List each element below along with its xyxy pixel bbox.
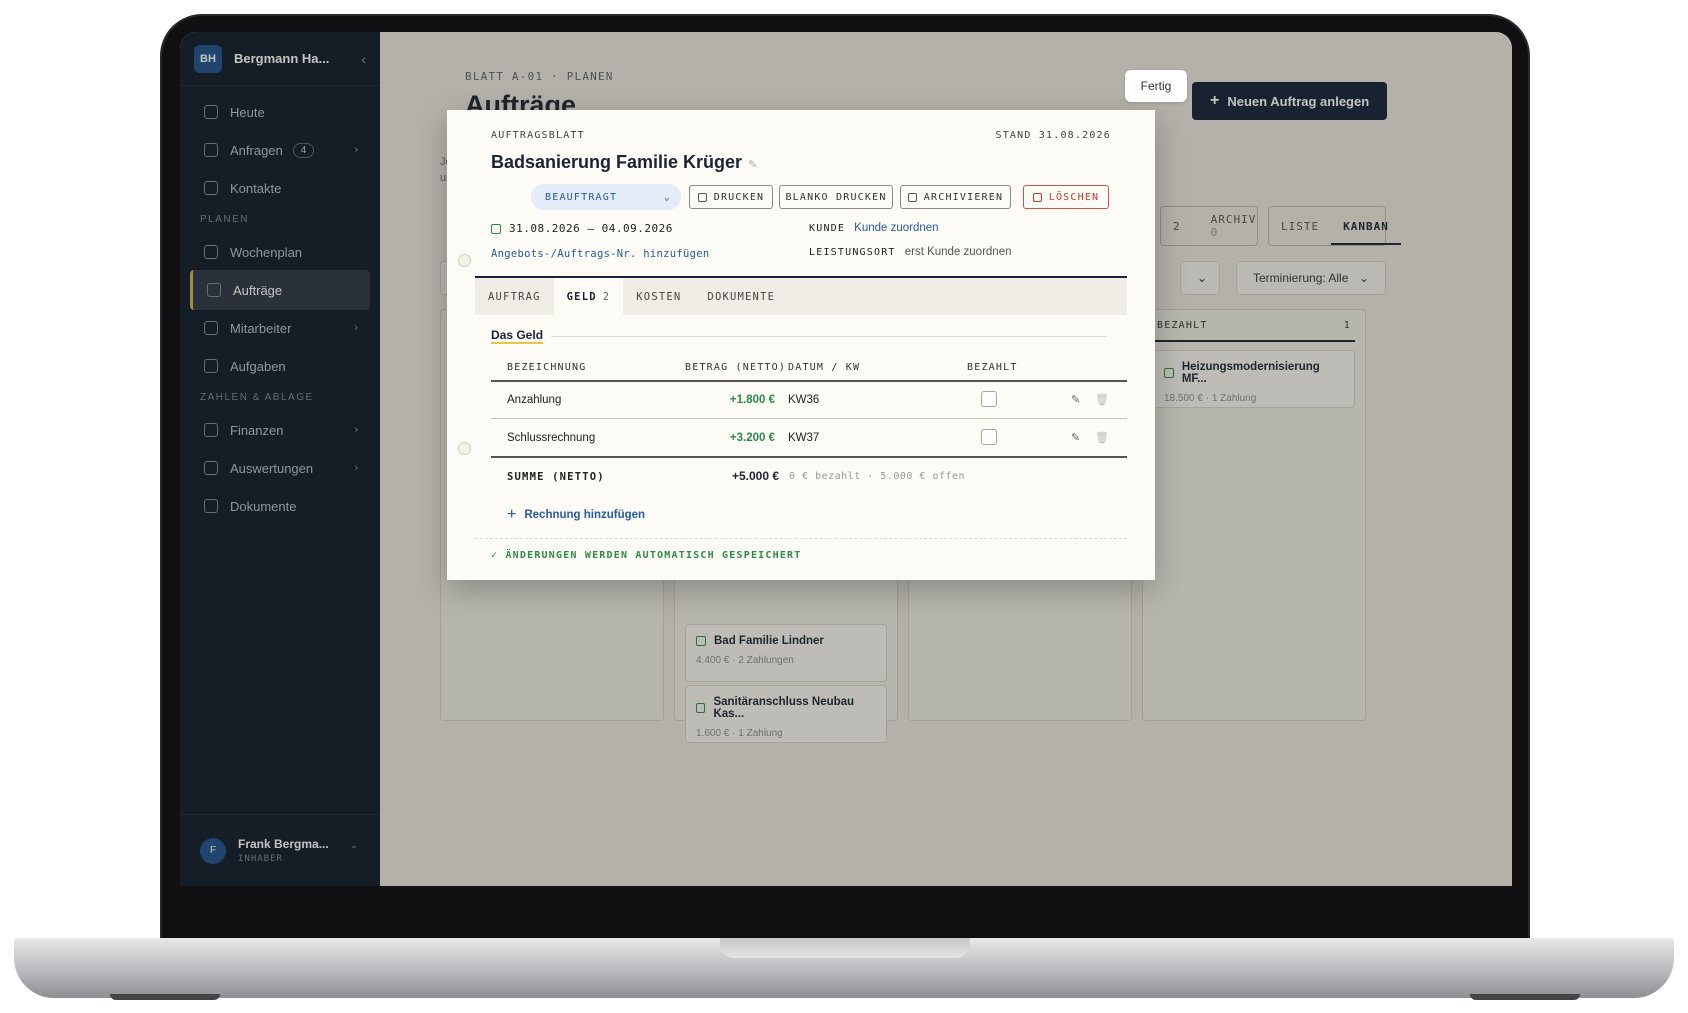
plus-icon: + (507, 506, 517, 523)
status-select[interactable]: BEAUFTRAGT ⌄ (531, 184, 681, 210)
archive-button[interactable]: ARCHIVIEREN (900, 185, 1011, 209)
tab-label: DOKUMENTE (707, 290, 776, 303)
tab-auftrag[interactable]: AUFTRAG (475, 278, 554, 315)
tab-kosten[interactable]: KOSTEN (623, 278, 694, 315)
autosave-status: ✓ ÄNDERUNGEN WERDEN AUTOMATISCH GESPEICH… (491, 550, 802, 561)
location-label: LEISTUNGSORT (809, 247, 896, 258)
add-invoice-button[interactable]: + Rechnung hinzufügen (507, 506, 645, 524)
status-value: BEAUFTRAGT (545, 191, 618, 203)
column-header: BETRAG (NETTO) (685, 362, 787, 373)
row-name: Schlussrechnung (507, 432, 596, 444)
print-blank-button[interactable]: BLANKO DRUCKEN (779, 185, 893, 209)
sum-note: 0 € bezahlt · 5.000 € offen (789, 471, 966, 482)
order-sheet-modal: AUFTRAGSBLATT STAND 31.08.2026 Badsanier… (447, 110, 1155, 580)
table-divider (491, 380, 1127, 382)
sum-amount: +5.000 € (731, 469, 779, 483)
print-blank-label: BLANKO DRUCKEN (785, 191, 887, 203)
tab-geld[interactable]: GELD 2 (553, 278, 624, 315)
archive-icon (907, 192, 917, 202)
calendar-icon (491, 223, 501, 234)
side-handle[interactable] (458, 442, 471, 455)
edit-icon[interactable]: ✎ (748, 159, 757, 171)
customer-label: KUNDE (809, 223, 846, 234)
table-divider (491, 418, 1127, 419)
customer-field: KUNDE Kunde zuordnen (809, 222, 939, 234)
modal-label: AUFTRAGSBLATT (491, 130, 585, 141)
trash-icon[interactable]: 🗑 (1095, 431, 1109, 444)
row-date: KW36 (788, 394, 820, 406)
location-field: LEISTUNGSORT erst Kunde zuordnen (809, 246, 1012, 258)
print-button[interactable]: DRUCKEN (689, 185, 773, 209)
section-divider (551, 336, 1107, 337)
archive-label: ARCHIVIEREN (923, 191, 1004, 203)
done-button[interactable]: Fertig (1125, 70, 1187, 102)
edit-icon[interactable]: ✎ (1071, 393, 1080, 406)
chevron-down-icon: ⌄ (663, 191, 671, 203)
row-name: Anzahlung (507, 394, 562, 406)
side-handle[interactable] (458, 254, 471, 267)
modal-stand: STAND 31.08.2026 (995, 130, 1111, 141)
trash-icon[interactable]: 🗑 (1095, 393, 1109, 406)
column-header: DATUM / KW (788, 362, 861, 373)
laptop-notch (720, 938, 970, 958)
screen: BH Bergmann Ha... ‹ Heute Anfragen 4 › K… (180, 32, 1512, 886)
location-value: erst Kunde zuordnen (904, 246, 1012, 258)
trash-icon (1032, 192, 1042, 202)
order-title-text: Badsanierung Familie Krüger (491, 152, 743, 172)
paid-checkbox[interactable] (981, 429, 997, 445)
paid-checkbox[interactable] (981, 391, 997, 407)
section-title: Das Geld (491, 328, 544, 344)
row-amount: +1.800 € (729, 394, 775, 406)
delete-button[interactable]: LÖSCHEN (1023, 185, 1109, 209)
modal-tabs: AUFTRAG GELD 2 KOSTEN DOKUMENTE (475, 276, 1127, 315)
table-divider (491, 456, 1127, 458)
order-title[interactable]: Badsanierung Familie Krüger ✎ (491, 152, 757, 173)
date-range-text: 31.08.2026 – 04.09.2026 (509, 222, 673, 235)
column-header: BEZEICHNUNG (507, 362, 587, 373)
printer-icon (697, 192, 707, 202)
tab-label: AUFTRAG (488, 290, 541, 303)
offer-number-link[interactable]: Angebots-/Auftrags-Nr. hinzufügen (491, 248, 710, 260)
print-label: DRUCKEN (713, 191, 765, 203)
row-date: KW37 (788, 432, 820, 444)
tab-dokumente[interactable]: DOKUMENTE (694, 278, 788, 315)
laptop-foot-left (110, 994, 220, 1000)
tab-count: 2 (602, 290, 611, 303)
row-amount: +3.200 € (729, 432, 775, 444)
assign-customer-link[interactable]: Kunde zuordnen (854, 222, 938, 234)
tab-label: GELD (566, 290, 597, 303)
edit-icon[interactable]: ✎ (1071, 431, 1080, 444)
delete-label: LÖSCHEN (1048, 191, 1100, 203)
footer-divider (475, 538, 1127, 539)
sum-label: SUMME (NETTO) (507, 471, 605, 483)
tab-label: KOSTEN (636, 290, 682, 303)
column-header: BEZAHLT (967, 362, 1018, 373)
add-invoice-label: Rechnung hinzufügen (524, 509, 646, 521)
date-range[interactable]: 31.08.2026 – 04.09.2026 (491, 222, 673, 235)
laptop-foot-right (1470, 994, 1580, 1000)
